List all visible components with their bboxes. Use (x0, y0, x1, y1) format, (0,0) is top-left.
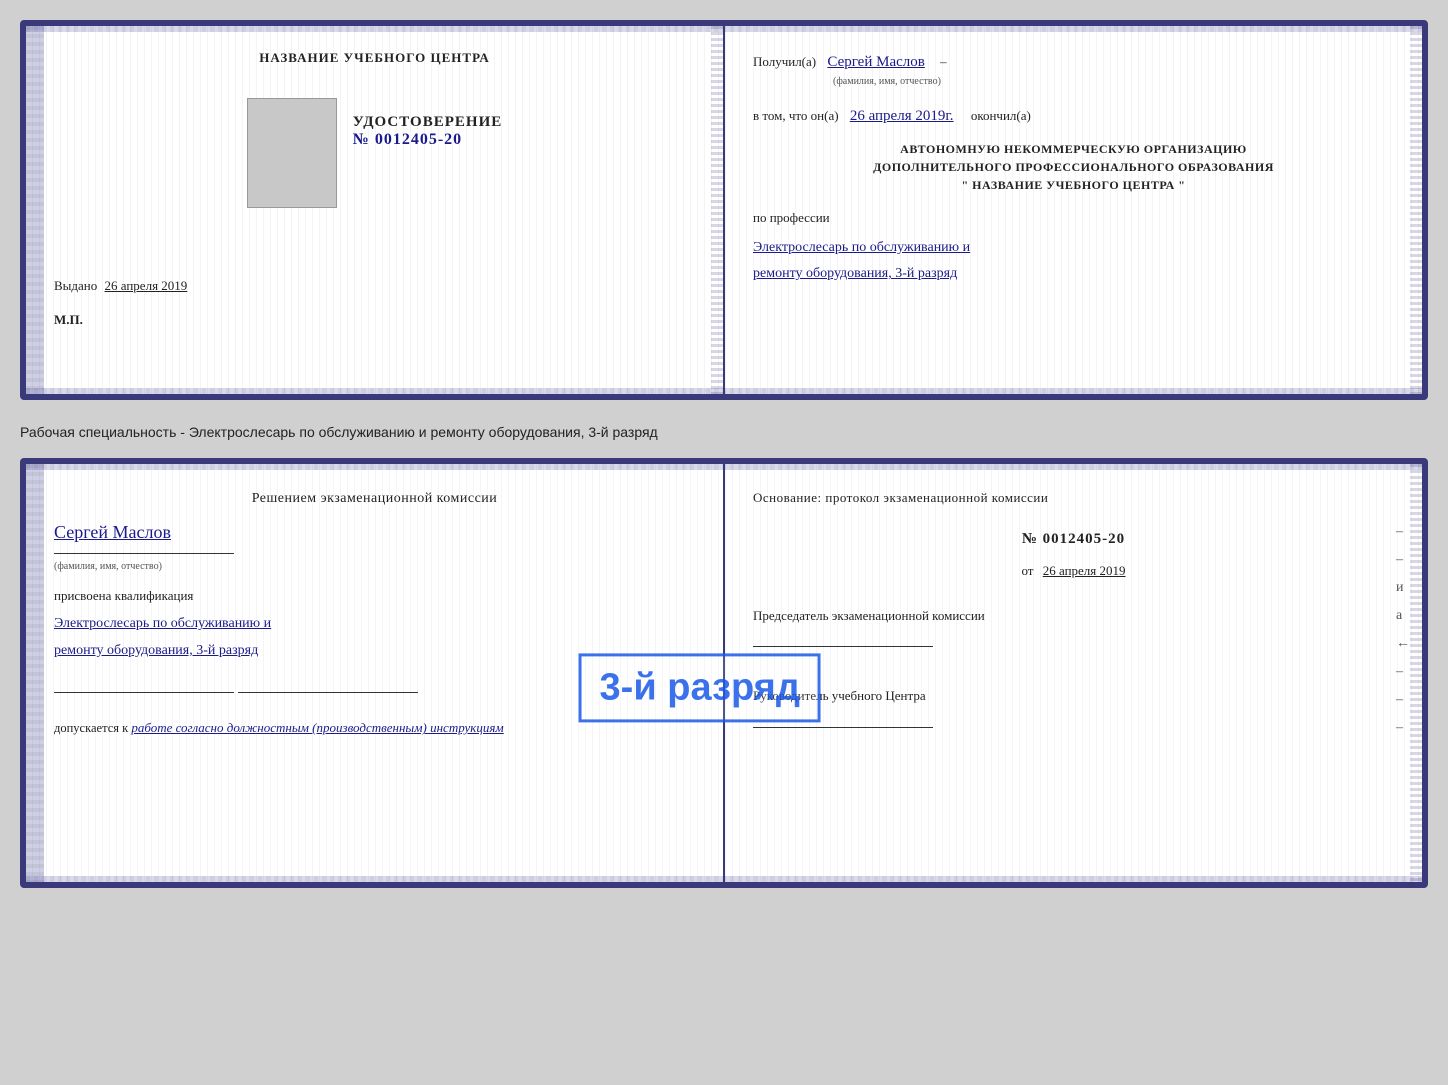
osnovanie-text: Основание: протокол экзаменационной коми… (753, 490, 1048, 505)
fio-label-1: (фамилия, имя, отчество) (833, 74, 1394, 90)
dash-4: – (1396, 692, 1410, 708)
vydano-date: 26 апреля 2019 (105, 278, 188, 293)
org-line3: " НАЗВАНИЕ УЧЕБНОГО ЦЕНТРА " (753, 176, 1394, 194)
poluchil-name: Сергей Маслов (827, 54, 924, 70)
letter-i: и (1396, 580, 1410, 596)
predsedatel-text: Председатель экзаменационной комиссии (753, 608, 985, 623)
person-name: Сергей Маслов (54, 522, 171, 542)
vtom-date: 26 апреля 2019г. (850, 108, 954, 124)
vtom-label: в том, что он(а) (753, 108, 839, 123)
okonchil: окончил(а) (971, 108, 1031, 123)
number-line: № 0012405-20 (753, 527, 1394, 551)
name-block: Сергей Маслов (фамилия, имя, отчество) (54, 522, 695, 572)
rukovoditel-block: Руководитель учебного Центра (753, 686, 1394, 737)
arrow-left: ← (1396, 636, 1410, 652)
cert-left-panel: НАЗВАНИЕ УЧЕБНОГО ЦЕНТРА УДОСТОВЕРЕНИЕ №… (26, 26, 725, 394)
signature-area (54, 682, 695, 700)
photo-area: УДОСТОВЕРЕНИЕ № 0012405-20 (247, 98, 503, 220)
letter-a: а (1396, 608, 1410, 624)
rukovoditel-text: Руководитель учебного Центра (753, 688, 926, 703)
ot-date: 26 апреля 2019 (1043, 563, 1126, 578)
vydano-line: Выдано 26 апреля 2019 (54, 278, 695, 294)
rukovoditel-sig-line (753, 727, 933, 728)
name-underline (54, 553, 234, 554)
org-line1: АВТОНОМНУЮ НЕКОММЕРЧЕСКУЮ ОРГАНИЗАЦИЮ (753, 140, 1394, 158)
cert-right-panel: Получил(а) Сергей Маслов – (фамилия, имя… (725, 26, 1422, 394)
resheniem-line: Решением экзаменационной комиссии (54, 488, 695, 510)
middle-label: Рабочая специальность - Электрослесарь п… (20, 418, 1428, 440)
prisvoyena-line: присвоена квалификация (54, 586, 695, 607)
dopuskaetsya-label: допускается к (54, 721, 128, 735)
profession-handwritten-block: Электрослесарь по обслуживанию и ремонту… (753, 235, 1394, 288)
sig-line-2 (238, 692, 418, 693)
left-header: НАЗВАНИЕ УЧЕБНОГО ЦЕНТРА (259, 50, 490, 66)
ot-label: от (1021, 563, 1033, 578)
sig-line-1 (54, 692, 234, 693)
qual-line2: ремонту оборудования, 3-й разряд (54, 638, 695, 665)
sec-left-panel: Решением экзаменационной комиссии Сергей… (26, 464, 725, 882)
dash-5: – (1396, 720, 1410, 736)
cert-left-inner: НАЗВАНИЕ УЧЕБНОГО ЦЕНТРА УДОСТОВЕРЕНИЕ №… (54, 50, 695, 328)
right-decorations: – – и а ← – – – (1396, 524, 1410, 736)
poluchil-label: Получил(а) (753, 54, 816, 69)
side-bar-right-2 (1410, 464, 1422, 882)
predsedatel-sig-line (753, 646, 933, 647)
dash-2: – (1396, 552, 1410, 568)
profession-line1: Электрослесарь по обслуживанию и (753, 235, 1394, 262)
vtom-line: в том, что он(а) 26 апреля 2019г. окончи… (753, 104, 1394, 128)
po-professii-label: по профессии (753, 208, 1394, 229)
udostoverenie-title: УДОСТОВЕРЕНИЕ (353, 114, 503, 131)
page-wrapper: НАЗВАНИЕ УЧЕБНОГО ЦЕНТРА УДОСТОВЕРЕНИЕ №… (20, 20, 1428, 888)
profession-line2: ремонту оборудования, 3-й разряд (753, 261, 1394, 288)
photo-placeholder (247, 98, 337, 208)
dopuskaetsya-block: допускается к работе согласно должностны… (54, 720, 695, 736)
dash-3: – (1396, 664, 1410, 680)
predsedatel-block: Председатель экзаменационной комиссии (753, 606, 1394, 657)
org-line2: ДОПОЛНИТЕЛЬНОГО ПРОФЕССИОНАЛЬНОГО ОБРАЗО… (753, 158, 1394, 176)
side-bar-right-1 (711, 26, 723, 394)
sec-right-content: Основание: протокол экзаменационной коми… (753, 488, 1394, 737)
side-bar-left-1 (26, 26, 44, 394)
vydano-block: Выдано 26 апреля 2019 (54, 248, 695, 294)
dopusk-text: работе согласно должностным (производств… (131, 720, 503, 735)
certificate-doc-2: Решением экзаменационной комиссии Сергей… (20, 458, 1428, 888)
udostoverenie-block: УДОСТОВЕРЕНИЕ № 0012405-20 (353, 114, 503, 149)
certificate-doc-1: НАЗВАНИЕ УЧЕБНОГО ЦЕНТРА УДОСТОВЕРЕНИЕ №… (20, 20, 1428, 400)
ot-line: от 26 апреля 2019 (753, 561, 1394, 582)
side-bar-right-doc1-right (1410, 26, 1422, 394)
mp-line: М.П. (54, 312, 83, 328)
fio-label-2: (фамилия, имя, отчество) (54, 561, 695, 572)
doc2-number: № 0012405-20 (1022, 531, 1125, 547)
osnovanie-line: Основание: протокол экзаменационной коми… (753, 488, 1394, 509)
qualification-block: Электрослесарь по обслуживанию и ремонту… (54, 611, 695, 664)
udostoverenie-number: № 0012405-20 (353, 131, 503, 149)
org-block: АВТОНОМНУЮ НЕКОММЕРЧЕСКУЮ ОРГАНИЗАЦИЮ ДО… (753, 140, 1394, 194)
poluchil-line: Получил(а) Сергей Маслов – (фамилия, имя… (753, 50, 1394, 90)
qual-line1: Электрослесарь по обслуживанию и (54, 611, 695, 638)
vydano-label: Выдано (54, 278, 97, 293)
sec-right-panel: Основание: протокол экзаменационной коми… (725, 464, 1422, 882)
resheniem-text: Решением экзаменационной комиссии (252, 491, 498, 506)
dash-1: – (1396, 524, 1410, 540)
side-bar-left-2 (26, 464, 44, 882)
